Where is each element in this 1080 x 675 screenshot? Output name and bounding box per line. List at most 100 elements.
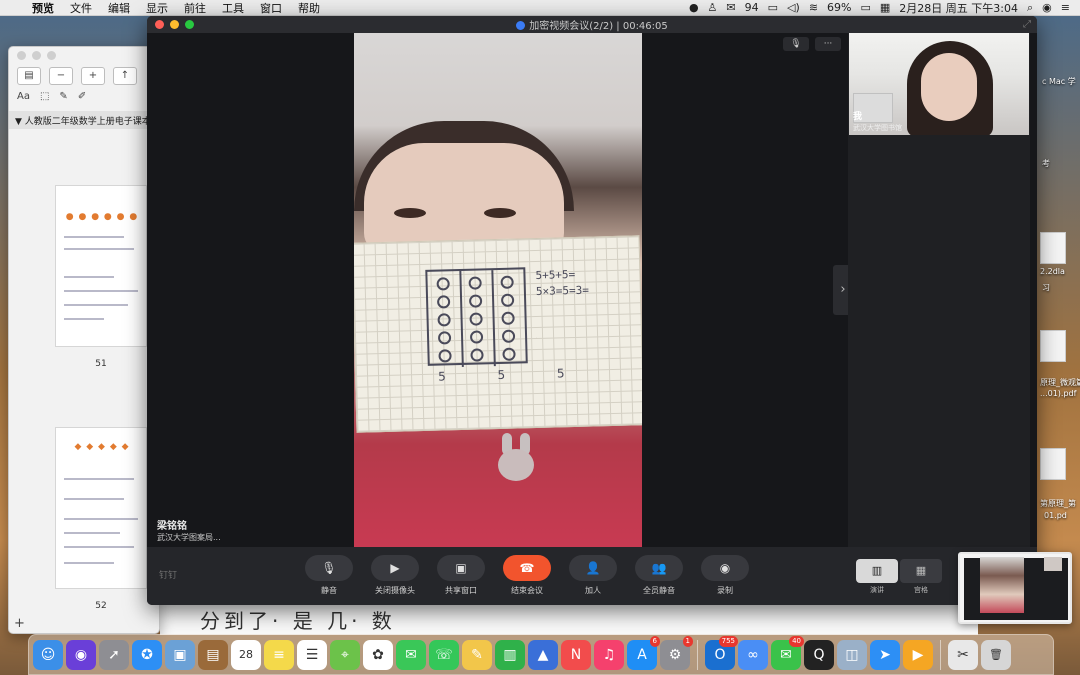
menu-tools[interactable]: 工具: [214, 0, 252, 16]
datetime[interactable]: 2月28日 周五 下午3:04: [899, 0, 1018, 16]
dock-image-capture-icon[interactable]: ◫: [837, 639, 867, 670]
window-zoom-button[interactable]: [47, 51, 56, 60]
desktop-item[interactable]: 原理_微观篇: [1040, 377, 1080, 388]
dock-feishu-icon[interactable]: ➤: [870, 639, 900, 670]
dock-app-store-icon[interactable]: A6: [627, 635, 660, 670]
dock-qq-icon[interactable]: Q: [804, 639, 834, 670]
menu-help[interactable]: 帮助: [290, 0, 328, 16]
dock-notes-icon[interactable]: ≡: [264, 639, 294, 670]
sketch-tool-icon[interactable]: ✎: [59, 91, 67, 109]
qq-tray-icon[interactable]: ♙: [708, 1, 718, 14]
invite-button[interactable]: 👤 加人: [568, 555, 618, 596]
dock-safari-icon[interactable]: ✪: [132, 639, 162, 670]
siri-tray-icon[interactable]: ◉: [1042, 1, 1052, 14]
end-meeting-button[interactable]: ☎ 结束会议: [502, 555, 552, 596]
dock-outlook-icon[interactable]: O 755: [705, 635, 738, 670]
select-tool-icon[interactable]: ⬚: [40, 91, 49, 109]
dock-glyph: ▤: [206, 646, 220, 663]
window-close-button[interactable]: [17, 51, 26, 60]
dock-stickies-icon[interactable]: ✎: [462, 639, 492, 670]
volume-icon[interactable]: ◁): [787, 1, 800, 14]
desktop-item[interactable]: 考: [1042, 158, 1050, 169]
document-title[interactable]: ▼ 人教版二年级数学上册电子课本: [9, 111, 159, 129]
layout-speaker-label: 演讲: [870, 586, 884, 594]
dock-keynote-icon[interactable]: ▲: [528, 639, 558, 670]
page-thumbnail[interactable]: ◆ ◆ ◆ ◆ ◆: [55, 427, 147, 589]
microphone-icon: 🎙: [305, 555, 353, 581]
desktop-item[interactable]: ...01).pdf: [1040, 389, 1076, 398]
dock-siri-icon[interactable]: ◉: [66, 639, 96, 670]
add-page-button[interactable]: +: [14, 616, 25, 631]
dock-news-icon[interactable]: N: [561, 639, 591, 670]
qq-count[interactable]: 94: [745, 1, 759, 14]
dock-glyph: ✿: [372, 646, 384, 663]
window-minimize-button[interactable]: [32, 51, 41, 60]
desktop-pdf-icon[interactable]: [1040, 448, 1066, 480]
wifi-icon[interactable]: ≋: [809, 1, 818, 14]
menu-view[interactable]: 显示: [138, 0, 176, 16]
sidebar-toggle-icon[interactable]: ▤: [17, 67, 41, 85]
dock-photos-icon[interactable]: ✿: [363, 639, 393, 670]
hangup-icon: ☎: [503, 555, 551, 581]
dock-notes-brown-icon[interactable]: ▤: [198, 639, 228, 670]
fullscreen-icon[interactable]: ⤢: [1023, 19, 1031, 30]
desktop-item[interactable]: 第原理_第: [1040, 498, 1076, 509]
dock-music-icon[interactable]: ♫: [594, 639, 624, 670]
dock-calendar-icon[interactable]: 28: [231, 639, 261, 670]
layout-grid-button[interactable]: ▦ 宫格: [900, 559, 942, 595]
participant-video[interactable]: 我 武汉大学图书馆: [849, 33, 1029, 135]
notification-center-icon[interactable]: ≡: [1061, 1, 1070, 14]
dock-screenshot-tool-icon[interactable]: ✂: [948, 639, 978, 670]
dock-glyph: N: [570, 646, 582, 663]
menu-edit[interactable]: 编辑: [100, 0, 138, 16]
desktop-pdf-icon[interactable]: [1040, 330, 1066, 362]
battery-icon[interactable]: ▭: [860, 1, 870, 14]
mute-all-button[interactable]: 👥 全员静音: [634, 555, 684, 596]
dock-reminders-icon[interactable]: ☰: [297, 639, 327, 670]
dock-trash-icon[interactable]: 🗑: [981, 639, 1011, 670]
dock-maps-icon[interactable]: ⌖: [330, 639, 360, 670]
dock-baidu-netdisk-icon[interactable]: ∞: [738, 639, 768, 670]
keyboard-flag-icon[interactable]: ▦: [880, 1, 890, 14]
screen-share-preview[interactable]: [958, 552, 1072, 624]
airplay-icon[interactable]: ▭: [768, 1, 778, 14]
grid-layout-icon: ▦: [900, 559, 942, 583]
menu-window[interactable]: 窗口: [252, 0, 290, 16]
speaker-video[interactable]: 5+5+5= 5×3=5=3= 5 5 5: [354, 33, 642, 547]
do-not-disturb-icon[interactable]: ●: [689, 1, 699, 14]
share-icon[interactable]: ↑: [113, 67, 137, 85]
dock-infuse-icon[interactable]: ▶: [903, 639, 933, 670]
desktop-item[interactable]: c Mac 学: [1042, 76, 1076, 87]
draw-tool-icon[interactable]: ✐: [78, 91, 86, 109]
desktop-file-icon[interactable]: [1040, 232, 1066, 264]
record-button[interactable]: ◉ 录制: [700, 555, 750, 596]
dock-system-preferences-icon[interactable]: ⚙ 1: [660, 635, 693, 670]
desktop-item[interactable]: 01.pd: [1044, 511, 1067, 520]
desktop-item[interactable]: 2.2dla: [1040, 267, 1065, 276]
dock-launchpad-icon[interactable]: ➚: [99, 639, 129, 670]
menu-preview[interactable]: 预览: [24, 0, 62, 16]
wechat-tray-icon[interactable]: ✉: [726, 1, 735, 14]
zoom-in-icon[interactable]: +: [81, 67, 105, 85]
dock-glyph: ⚙: [668, 646, 682, 663]
dock-facetime-icon[interactable]: ☏: [429, 639, 459, 670]
microphone-icon[interactable]: 🎙: [783, 37, 809, 51]
dock-finder-icon[interactable]: ☺: [33, 639, 63, 670]
share-window-button[interactable]: ▣ 共享窗口: [436, 555, 486, 596]
page-thumbnail[interactable]: ● ● ● ● ● ●: [55, 185, 147, 347]
dock-messages-icon[interactable]: ✉: [396, 639, 426, 670]
desktop-item[interactable]: 习: [1042, 282, 1050, 293]
spotlight-icon[interactable]: ⌕: [1027, 1, 1033, 15]
more-options-icon[interactable]: ···: [815, 37, 841, 51]
menu-go[interactable]: 前往: [176, 0, 214, 16]
battery-percent[interactable]: 69%: [827, 1, 851, 14]
layout-speaker-button[interactable]: ▥ 演讲: [856, 559, 898, 595]
text-tool-icon[interactable]: Aa: [17, 91, 30, 109]
camera-off-button[interactable]: ▶ 关闭摄像头: [370, 555, 420, 596]
dock-wechat-icon[interactable]: ✉ 40: [771, 635, 804, 670]
zoom-out-icon[interactable]: −: [49, 67, 73, 85]
dock-numbers-icon[interactable]: ▥: [495, 639, 525, 670]
dock-preview-icon[interactable]: ▣: [165, 639, 195, 670]
mute-button[interactable]: 🎙 静音: [304, 555, 354, 596]
menu-file[interactable]: 文件: [62, 0, 100, 16]
